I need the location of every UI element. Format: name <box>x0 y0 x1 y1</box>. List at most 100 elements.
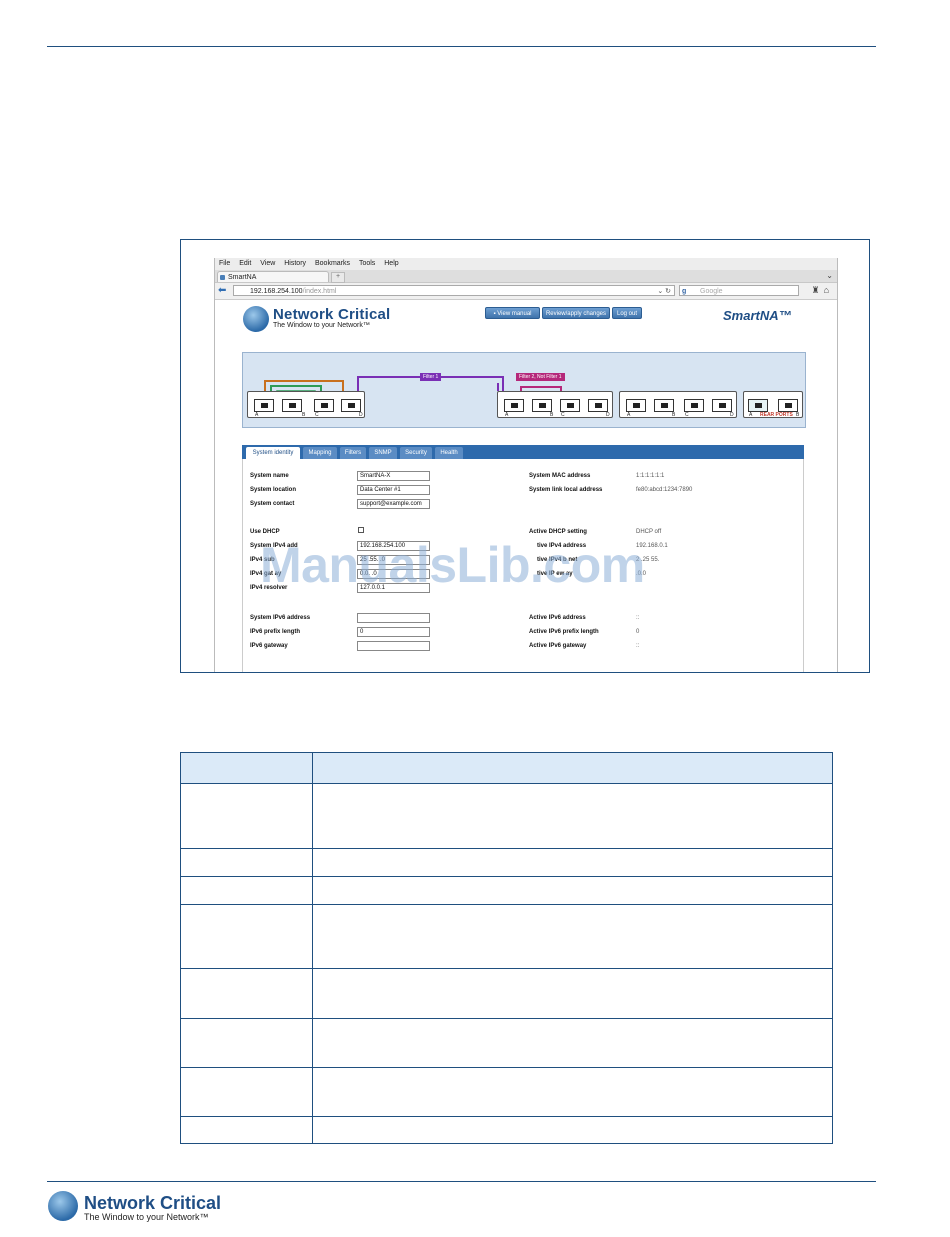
port-1a[interactable] <box>254 399 274 412</box>
url-host: 192.168.254.100 <box>250 288 303 295</box>
tab-system-identity[interactable]: System identity <box>246 447 300 459</box>
active-ipv6-address-label: Active IPv6 address <box>529 615 586 621</box>
table-cell <box>180 968 313 1019</box>
use-dhcp-checkbox[interactable] <box>358 527 364 533</box>
system-name-field[interactable]: SmartNA-X <box>357 471 430 481</box>
browser-tab-title: SmartNA <box>228 274 257 281</box>
port-1b[interactable] <box>282 399 302 412</box>
search-input[interactable]: g Google <box>679 285 799 296</box>
system-location-field[interactable]: Data Center #1 <box>357 485 430 495</box>
ipv6-prefix-field[interactable]: 0 <box>357 627 430 637</box>
home-icon[interactable]: ⌂ <box>824 285 833 295</box>
browser-tab[interactable]: SmartNA <box>217 271 329 282</box>
system-contact-label: System contact <box>250 501 295 507</box>
search-placeholder: Google <box>700 288 723 295</box>
browser-navbar: ⬅ 192.168.254.100/index.html ⌄ ↻ g Googl… <box>215 283 837 300</box>
use-dhcp-label: Use DHCP <box>250 529 280 535</box>
menu-tools[interactable]: Tools <box>359 260 375 267</box>
tab-mapping[interactable]: Mapping <box>303 447 337 459</box>
search-engine-icon[interactable]: g <box>682 286 686 297</box>
mac-address-value: 1:1:1:1:1:1 <box>636 473 665 479</box>
rear-port-label-a: A <box>749 412 753 418</box>
rear-port-label-b: B <box>796 412 800 418</box>
active-dhcp-value: DHCP off <box>636 529 662 535</box>
port-label-b: B <box>302 412 306 418</box>
table-cell <box>312 783 833 849</box>
active-ipv6-address-value: :: <box>636 615 640 621</box>
network-node-2: A B C D <box>497 391 613 418</box>
filter-2-label[interactable]: Filter 2, Not Filter 1 <box>516 373 565 381</box>
port-2b[interactable] <box>532 399 552 412</box>
back-arrow-icon[interactable]: ⬅ <box>218 285 226 296</box>
system-contact-field[interactable]: support@example.com <box>357 499 430 509</box>
port-1c[interactable] <box>314 399 334 412</box>
table-cell <box>312 1067 833 1117</box>
table-header-cell <box>312 752 833 784</box>
system-name-label: System name <box>250 473 289 479</box>
menu-edit[interactable]: Edit <box>239 260 251 267</box>
favicon-icon <box>220 275 225 280</box>
menu-view[interactable]: View <box>260 260 275 267</box>
link-local-value: fe80:abcd:1234:7890 <box>636 487 693 493</box>
footer-logo-tagline: The Window to your Network™ <box>84 1212 209 1222</box>
review-apply-button[interactable]: Review/apply changes <box>542 307 610 319</box>
table-cell <box>180 783 313 849</box>
rear-port-b[interactable] <box>778 399 798 412</box>
port-label-b: B <box>550 412 554 418</box>
view-manual-button[interactable]: ▪ View manual <box>485 307 540 319</box>
table-cell <box>312 968 833 1019</box>
bookmark-icon[interactable]: ♜ <box>811 285 823 295</box>
url-bar[interactable]: 192.168.254.100/index.html ⌄ ↻ <box>233 285 675 296</box>
port-3b[interactable] <box>654 399 674 412</box>
tab-security[interactable]: Security <box>400 447 432 459</box>
port-label-c: C <box>315 412 319 418</box>
port-label-d: D <box>730 412 734 418</box>
description-table <box>180 752 833 1144</box>
tab-filters[interactable]: Filters <box>340 447 366 459</box>
table-cell <box>180 904 313 969</box>
filter-1-label[interactable]: Filter 1 <box>420 373 442 381</box>
table-cell <box>312 876 833 905</box>
active-ipv6-prefix-value: 0 <box>636 629 640 635</box>
port-label-a: A <box>255 412 259 418</box>
table-row <box>180 1067 833 1117</box>
table-row <box>180 783 833 849</box>
new-tab-button[interactable]: + <box>331 272 345 283</box>
table-row <box>180 848 833 877</box>
log-out-button[interactable]: Log out <box>612 307 642 319</box>
app-logo-name: Network Critical <box>273 306 391 323</box>
ipv6-address-field[interactable] <box>357 613 430 623</box>
menu-file[interactable]: File <box>219 260 230 267</box>
port-label-a: A <box>505 412 509 418</box>
rear-port-a[interactable] <box>748 399 768 412</box>
menu-history[interactable]: History <box>284 260 306 267</box>
browser-tabbar: SmartNA + ⌄ <box>215 270 837 283</box>
port-3c[interactable] <box>684 399 704 412</box>
port-3a[interactable] <box>626 399 646 412</box>
menu-help[interactable]: Help <box>384 260 398 267</box>
reload-icon[interactable]: ⌄ ↻ <box>657 286 671 297</box>
footer-logo-name: Network Critical <box>84 1193 222 1213</box>
ipv6-gateway-field[interactable] <box>357 641 430 651</box>
tab-snmp[interactable]: SNMP <box>369 447 397 459</box>
port-3d[interactable] <box>712 399 732 412</box>
ipv6-address-label: System IPv6 address <box>250 615 311 621</box>
watermark: ManualsLib.com <box>260 537 645 593</box>
browser-window: File Edit View History Bookmarks Tools H… <box>214 258 838 672</box>
navbar-icons: ♜⌂ <box>811 285 833 296</box>
tab-health[interactable]: Health <box>435 447 463 459</box>
mac-address-label: System MAC address <box>529 473 591 479</box>
menu-bookmarks[interactable]: Bookmarks <box>315 260 350 267</box>
tab-list-chevron-icon[interactable]: ⌄ <box>826 271 833 280</box>
system-location-label: System location <box>250 487 297 493</box>
port-1d[interactable] <box>341 399 361 412</box>
port-label-a: A <box>627 412 631 418</box>
table-cell <box>312 848 833 877</box>
ipv6-prefix-label: IPv6 prefix length <box>250 629 301 635</box>
table-cell <box>180 1067 313 1117</box>
port-2a[interactable] <box>504 399 524 412</box>
port-2d[interactable] <box>588 399 608 412</box>
filter1-wire <box>357 376 504 408</box>
port-2c[interactable] <box>560 399 580 412</box>
link-local-label: System link local address <box>529 487 603 493</box>
